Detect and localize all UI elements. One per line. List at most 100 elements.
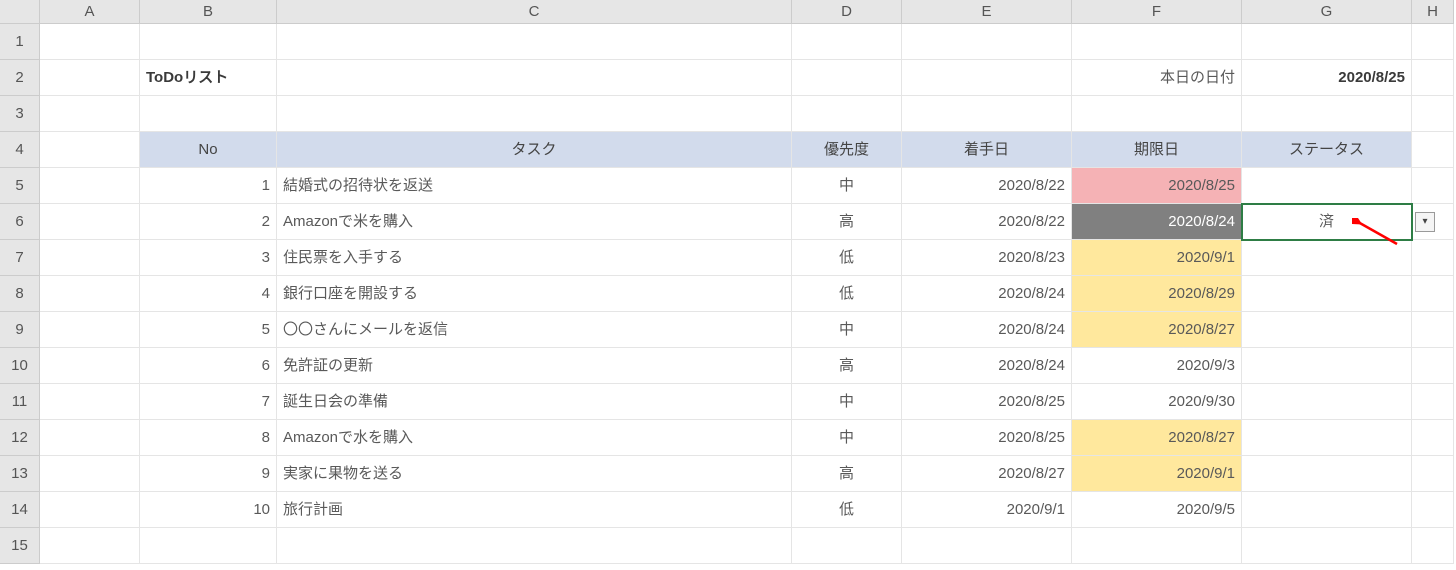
col-header-B[interactable]: B xyxy=(140,0,277,24)
cell-no[interactable]: 3 xyxy=(140,240,277,276)
cell[interactable] xyxy=(1412,492,1454,528)
cell[interactable] xyxy=(1412,312,1454,348)
select-all-corner[interactable] xyxy=(0,0,40,24)
cell[interactable] xyxy=(1072,96,1242,132)
row-header-5[interactable]: 5 xyxy=(0,168,40,204)
cell-task[interactable]: Amazonで米を購入 xyxy=(277,204,792,240)
row-header-9[interactable]: 9 xyxy=(0,312,40,348)
cell-due[interactable]: 2020/8/27 xyxy=(1072,420,1242,456)
cell-due[interactable]: 2020/8/25 xyxy=(1072,168,1242,204)
cell-start[interactable]: 2020/9/1 xyxy=(902,492,1072,528)
row-header-1[interactable]: 1 xyxy=(0,24,40,60)
cell[interactable] xyxy=(1242,528,1412,564)
cell-no[interactable]: 7 xyxy=(140,384,277,420)
cell-task[interactable]: 銀行口座を開設する xyxy=(277,276,792,312)
cell[interactable] xyxy=(1412,168,1454,204)
cell[interactable] xyxy=(40,24,140,60)
cell-due[interactable]: 2020/8/24 xyxy=(1072,204,1242,240)
title-cell[interactable]: ToDoリスト xyxy=(140,60,277,96)
cell[interactable] xyxy=(902,60,1072,96)
cell[interactable] xyxy=(40,60,140,96)
col-header-H[interactable]: H xyxy=(1412,0,1454,24)
cell-no[interactable]: 6 xyxy=(140,348,277,384)
cell-task[interactable]: 誕生日会の準備 xyxy=(277,384,792,420)
cell-start[interactable]: 2020/8/24 xyxy=(902,348,1072,384)
cell[interactable] xyxy=(277,96,792,132)
cell[interactable] xyxy=(140,96,277,132)
cell[interactable] xyxy=(1412,96,1454,132)
cell-status[interactable] xyxy=(1242,348,1412,384)
cell[interactable] xyxy=(902,528,1072,564)
cell[interactable] xyxy=(1412,384,1454,420)
cell-due[interactable]: 2020/9/5 xyxy=(1072,492,1242,528)
cell-start[interactable]: 2020/8/25 xyxy=(902,384,1072,420)
cell[interactable] xyxy=(1412,528,1454,564)
today-label[interactable]: 本日の日付 xyxy=(1072,60,1242,96)
cell[interactable] xyxy=(1072,528,1242,564)
row-header-14[interactable]: 14 xyxy=(0,492,40,528)
cell[interactable] xyxy=(40,168,140,204)
cell[interactable] xyxy=(1412,240,1454,276)
row-header-15[interactable]: 15 xyxy=(0,528,40,564)
cell-task[interactable]: Amazonで水を購入 xyxy=(277,420,792,456)
cell[interactable] xyxy=(1412,60,1454,96)
cell-task[interactable]: 結婚式の招待状を返送 xyxy=(277,168,792,204)
cell-status[interactable] xyxy=(1242,492,1412,528)
cell[interactable] xyxy=(1412,276,1454,312)
row-header-4[interactable]: 4 xyxy=(0,132,40,168)
cell[interactable] xyxy=(40,96,140,132)
col-header-A[interactable]: A xyxy=(40,0,140,24)
cell-status[interactable] xyxy=(1242,168,1412,204)
cell-no[interactable]: 10 xyxy=(140,492,277,528)
col-header-E[interactable]: E xyxy=(902,0,1072,24)
cell-status[interactable]: 済▾ xyxy=(1242,204,1412,240)
cell-priority[interactable]: 中 xyxy=(792,384,902,420)
cell-priority[interactable]: 中 xyxy=(792,312,902,348)
cell-task[interactable]: 免許証の更新 xyxy=(277,348,792,384)
cell[interactable] xyxy=(1412,456,1454,492)
cell[interactable] xyxy=(40,312,140,348)
cell[interactable] xyxy=(1412,348,1454,384)
cell-no[interactable]: 1 xyxy=(140,168,277,204)
cell-status[interactable] xyxy=(1242,420,1412,456)
cell[interactable] xyxy=(40,420,140,456)
cell[interactable] xyxy=(40,240,140,276)
cell[interactable] xyxy=(40,528,140,564)
cell-priority[interactable]: 中 xyxy=(792,168,902,204)
cell-due[interactable]: 2020/8/27 xyxy=(1072,312,1242,348)
cell[interactable] xyxy=(1412,420,1454,456)
cell[interactable] xyxy=(40,456,140,492)
col-header-C[interactable]: C xyxy=(277,0,792,24)
cell[interactable] xyxy=(902,96,1072,132)
cell[interactable] xyxy=(40,132,140,168)
cell-task[interactable]: 住民票を入手する xyxy=(277,240,792,276)
cell[interactable] xyxy=(277,60,792,96)
cell[interactable] xyxy=(1242,24,1412,60)
cell-status[interactable] xyxy=(1242,384,1412,420)
dropdown-button[interactable]: ▾ xyxy=(1415,212,1435,232)
table-header-start[interactable]: 着手日 xyxy=(902,132,1072,168)
cell-status[interactable] xyxy=(1242,312,1412,348)
cell-due[interactable]: 2020/9/1 xyxy=(1072,240,1242,276)
today-date[interactable]: 2020/8/25 xyxy=(1242,60,1412,96)
table-header-no[interactable]: No xyxy=(140,132,277,168)
row-header-6[interactable]: 6 xyxy=(0,204,40,240)
cell-priority[interactable]: 高 xyxy=(792,348,902,384)
cell-status[interactable] xyxy=(1242,240,1412,276)
cell[interactable] xyxy=(1072,24,1242,60)
cell-no[interactable]: 8 xyxy=(140,420,277,456)
cell-status[interactable] xyxy=(1242,456,1412,492)
cell[interactable] xyxy=(40,348,140,384)
cell[interactable] xyxy=(1412,24,1454,60)
cell-task[interactable]: 実家に果物を送る xyxy=(277,456,792,492)
cell[interactable] xyxy=(792,528,902,564)
cell-due[interactable]: 2020/9/3 xyxy=(1072,348,1242,384)
cell[interactable] xyxy=(902,24,1072,60)
cell[interactable] xyxy=(277,24,792,60)
cell-priority[interactable]: 中 xyxy=(792,420,902,456)
cell-start[interactable]: 2020/8/27 xyxy=(902,456,1072,492)
cell[interactable] xyxy=(40,204,140,240)
cell-priority[interactable]: 低 xyxy=(792,276,902,312)
row-header-2[interactable]: 2 xyxy=(0,60,40,96)
cell-priority[interactable]: 低 xyxy=(792,492,902,528)
